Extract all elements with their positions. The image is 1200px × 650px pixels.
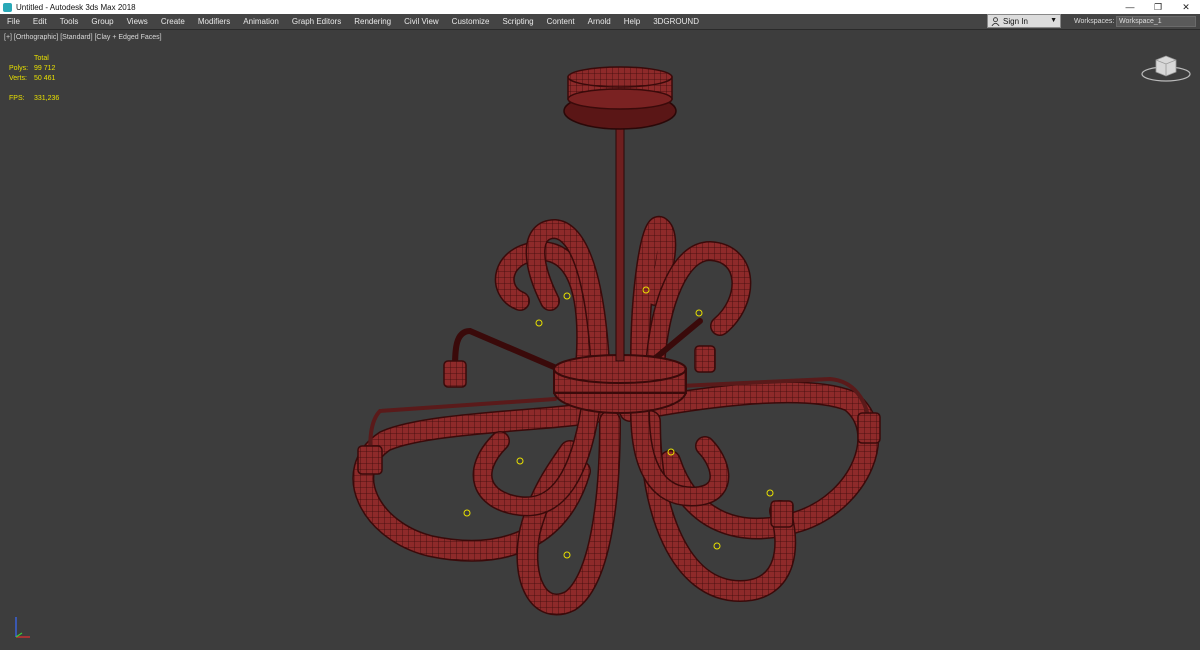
menu-3dground[interactable]: 3DGROUND xyxy=(646,14,705,29)
menu-customize[interactable]: Customize xyxy=(445,14,496,29)
menu-file[interactable]: File xyxy=(0,14,26,29)
menu-rendering[interactable]: Rendering xyxy=(347,14,397,29)
menu-create[interactable]: Create xyxy=(154,14,191,29)
menu-arnold[interactable]: Arnold xyxy=(581,14,617,29)
polys-label: Polys: xyxy=(9,65,29,72)
menu-modifiers[interactable]: Modifiers xyxy=(191,14,236,29)
menu-civil-view[interactable]: Civil View xyxy=(397,14,445,29)
viewport-orthographic[interactable]: [+] [Orthographic] [Standard] [Clay + Ed… xyxy=(0,29,1200,649)
title-bar: Untitled - Autodesk 3ds Max 2018 — ❐ ✕ xyxy=(0,0,1200,14)
menu-edit[interactable]: Edit xyxy=(26,14,53,29)
fps-label: FPS: xyxy=(9,95,25,102)
app-logo-icon xyxy=(3,2,12,12)
window-title: Untitled - Autodesk 3ds Max 2018 xyxy=(16,2,136,12)
workspaces-label: Workspaces: xyxy=(1074,18,1115,25)
menu-tools[interactable]: Tools xyxy=(53,14,85,29)
stats-header: Total xyxy=(34,55,49,62)
sign-in-button[interactable]: Sign In ▼ xyxy=(987,14,1061,28)
menu-views[interactable]: Views xyxy=(120,14,154,29)
menu-help[interactable]: Help xyxy=(617,14,646,29)
user-icon xyxy=(991,16,1000,26)
window-controls: — ❐ ✕ xyxy=(1116,0,1200,14)
chandelier-model xyxy=(352,66,881,616)
viewport-statistics: Total Polys: 99 712 Verts: 50 461 FPS: 331,… xyxy=(9,54,59,104)
chevron-down-icon: ▼ xyxy=(1050,17,1057,24)
menu-graph-editors[interactable]: Graph Editors xyxy=(285,14,347,29)
restore-icon[interactable]: ❐ xyxy=(1144,0,1172,14)
close-icon[interactable]: ✕ xyxy=(1172,0,1200,14)
fps-value: 331,236 xyxy=(34,95,60,102)
menu-content[interactable]: Content xyxy=(540,14,581,29)
verts-value: 50 461 xyxy=(34,75,56,82)
workspace-select[interactable]: Workspace_1 xyxy=(1116,16,1196,27)
sign-in-label: Sign In xyxy=(1003,16,1028,26)
verts-label: Verts: xyxy=(9,75,27,82)
minimize-icon[interactable]: — xyxy=(1116,0,1144,14)
menu-animation[interactable]: Animation xyxy=(236,14,285,29)
viewport-label[interactable]: [+] [Orthographic] [Standard] [Clay + Ed… xyxy=(4,34,162,41)
polys-value: 99 712 xyxy=(34,65,56,72)
menu-scripting[interactable]: Scripting xyxy=(495,14,539,29)
viewcube-icon[interactable] xyxy=(1140,52,1192,84)
axis-tripod-icon xyxy=(15,617,30,638)
menu-group[interactable]: Group xyxy=(84,14,119,29)
